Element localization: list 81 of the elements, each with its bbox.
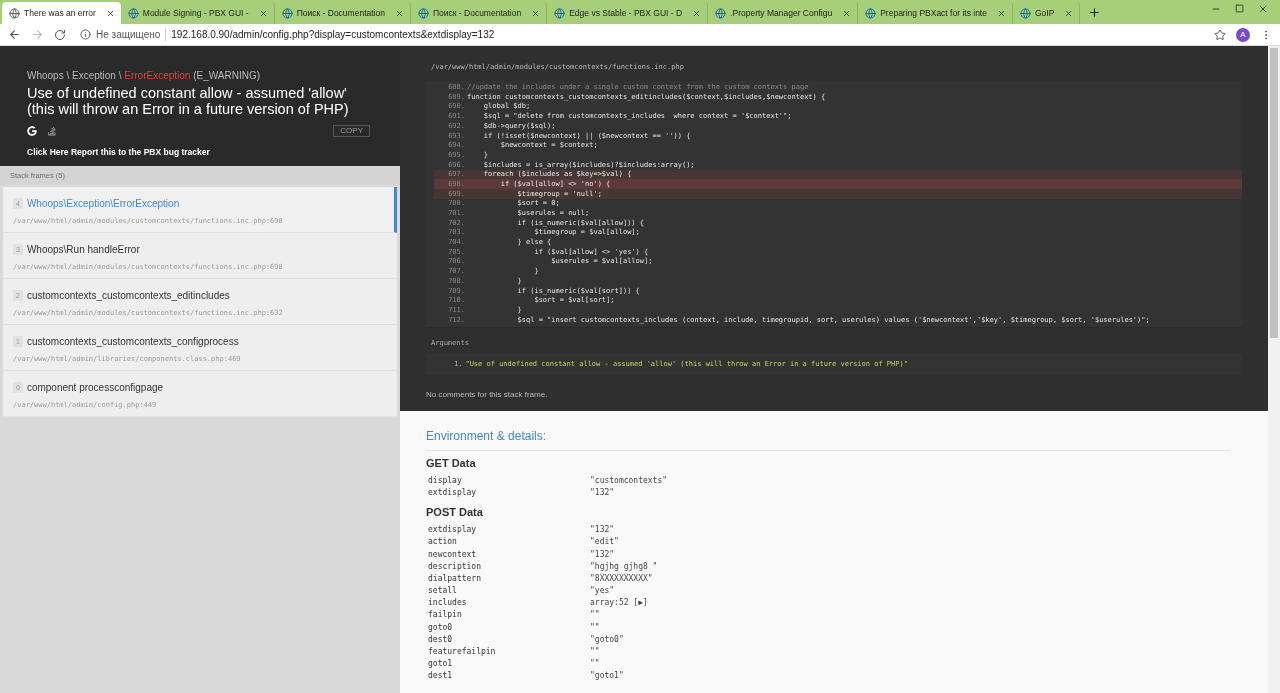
frame-name: customcontexts_customcontexts_configprocess [26,335,239,349]
close-icon[interactable] [105,8,115,18]
data-value: "" [590,658,600,671]
data-value: "" [590,609,600,622]
data-value: "132" [590,524,615,537]
globe-icon [1019,7,1031,19]
browser-tab[interactable]: There was an error [2,2,121,24]
back-icon[interactable] [8,28,21,41]
google-search-icon[interactable] [27,126,37,136]
data-key: failpin [428,609,590,622]
close-icon[interactable] [996,8,1006,18]
copy-button[interactable]: COPY [333,125,370,137]
frame-name: Whoops\Run handleError [26,243,140,257]
data-key: description [428,560,590,573]
tab-title: Поиск - Documentation [296,6,386,20]
data-value: "8XXXXXXXXXX" [590,572,653,585]
data-key: display [428,475,590,488]
report-link[interactable]: Click Here Report this to the PBX bug tracker [27,146,370,159]
tab-title: Preparing PBXact for its inte [880,6,988,20]
maximize-icon[interactable] [1235,4,1244,13]
tab-title: Поиск - Documentation [432,6,523,20]
data-heading: POST Data [426,504,484,520]
data-value: "132" [590,487,615,500]
data-value: "yes" [590,585,615,598]
data-key: action [428,536,590,549]
scrollbar-thumb[interactable] [1270,48,1278,338]
close-icon[interactable] [394,8,404,18]
tab-title: There was an error [24,6,97,20]
close-icon[interactable] [1064,8,1074,18]
tab-title: GoIP [1034,6,1056,20]
globe-icon [127,7,139,19]
data-value: "customcontexts" [590,475,668,488]
security-label: Не защищено [96,28,161,42]
data-key: featurefailpin [428,646,590,659]
new-tab-icon[interactable] [1088,6,1102,19]
data-key: includes [428,597,590,610]
url-text[interactable]: 192.168.0.90/admin/config.php?display=customcontexts&extdisplay=132 [171,27,495,42]
reload-icon[interactable] [54,28,66,41]
close-icon[interactable] [692,8,702,18]
data-value: "hgjhg gjhg8 " [590,560,658,573]
tab-title: .Property Manager Configu [730,6,834,20]
globe-icon [281,7,293,19]
data-key: goto0 [428,621,590,634]
data-key: newcontext [428,548,590,561]
section-heading: Environment & details: [426,426,1230,451]
close-icon[interactable] [258,8,268,18]
profile-avatar[interactable]: A [1236,27,1250,42]
tab-title: Edge vs Stable - PBX GUI - D [569,6,684,20]
data-key: dest0 [428,633,590,646]
data-heading: GET Data [426,455,477,471]
data-key: setall [428,585,590,598]
globe-icon [9,7,20,19]
info-icon[interactable] [80,29,91,40]
close-icon[interactable] [1258,4,1268,14]
comments-note: No comments for this stack frame. [426,388,549,401]
data-key: goto1 [428,658,590,671]
data-key: extdisplay [428,524,590,537]
data-value: "" [590,646,600,659]
close-icon[interactable] [531,8,541,18]
data-value: "" [590,621,600,634]
globe-icon [865,7,877,19]
error-message: Use of undefined constant allow - assumed 'allow' (this will throw an Error in a future version of PHP) [27,85,350,117]
data-value: array:52 [▶] [590,597,648,610]
data-key: dest1 [428,670,590,683]
data-value: "132" [590,548,615,561]
globe-icon [554,7,566,19]
stack-overflow-icon[interactable] [47,126,57,136]
bookmark-icon[interactable] [1214,28,1226,41]
exception-path: Whoops \ Exception \ ErrorException (E_WARNING) [27,69,262,83]
frame-name: customcontexts_customcontexts_editincludes [26,289,230,303]
globe-icon [715,7,727,19]
frame-name: Whoops\Exception\ErrorException [26,197,180,211]
data-key: dialpattern [428,572,590,585]
tab-title: Module Signing - PBX GUI - [142,6,250,20]
frame-name: component processconfigpage [26,381,164,395]
data-value: "goto1" [590,670,624,683]
data-value: "goto0" [590,633,624,646]
data-key: extdisplay [428,487,590,500]
close-icon[interactable] [842,8,852,18]
data-value: "edit" [590,536,619,549]
globe-icon [417,7,429,19]
